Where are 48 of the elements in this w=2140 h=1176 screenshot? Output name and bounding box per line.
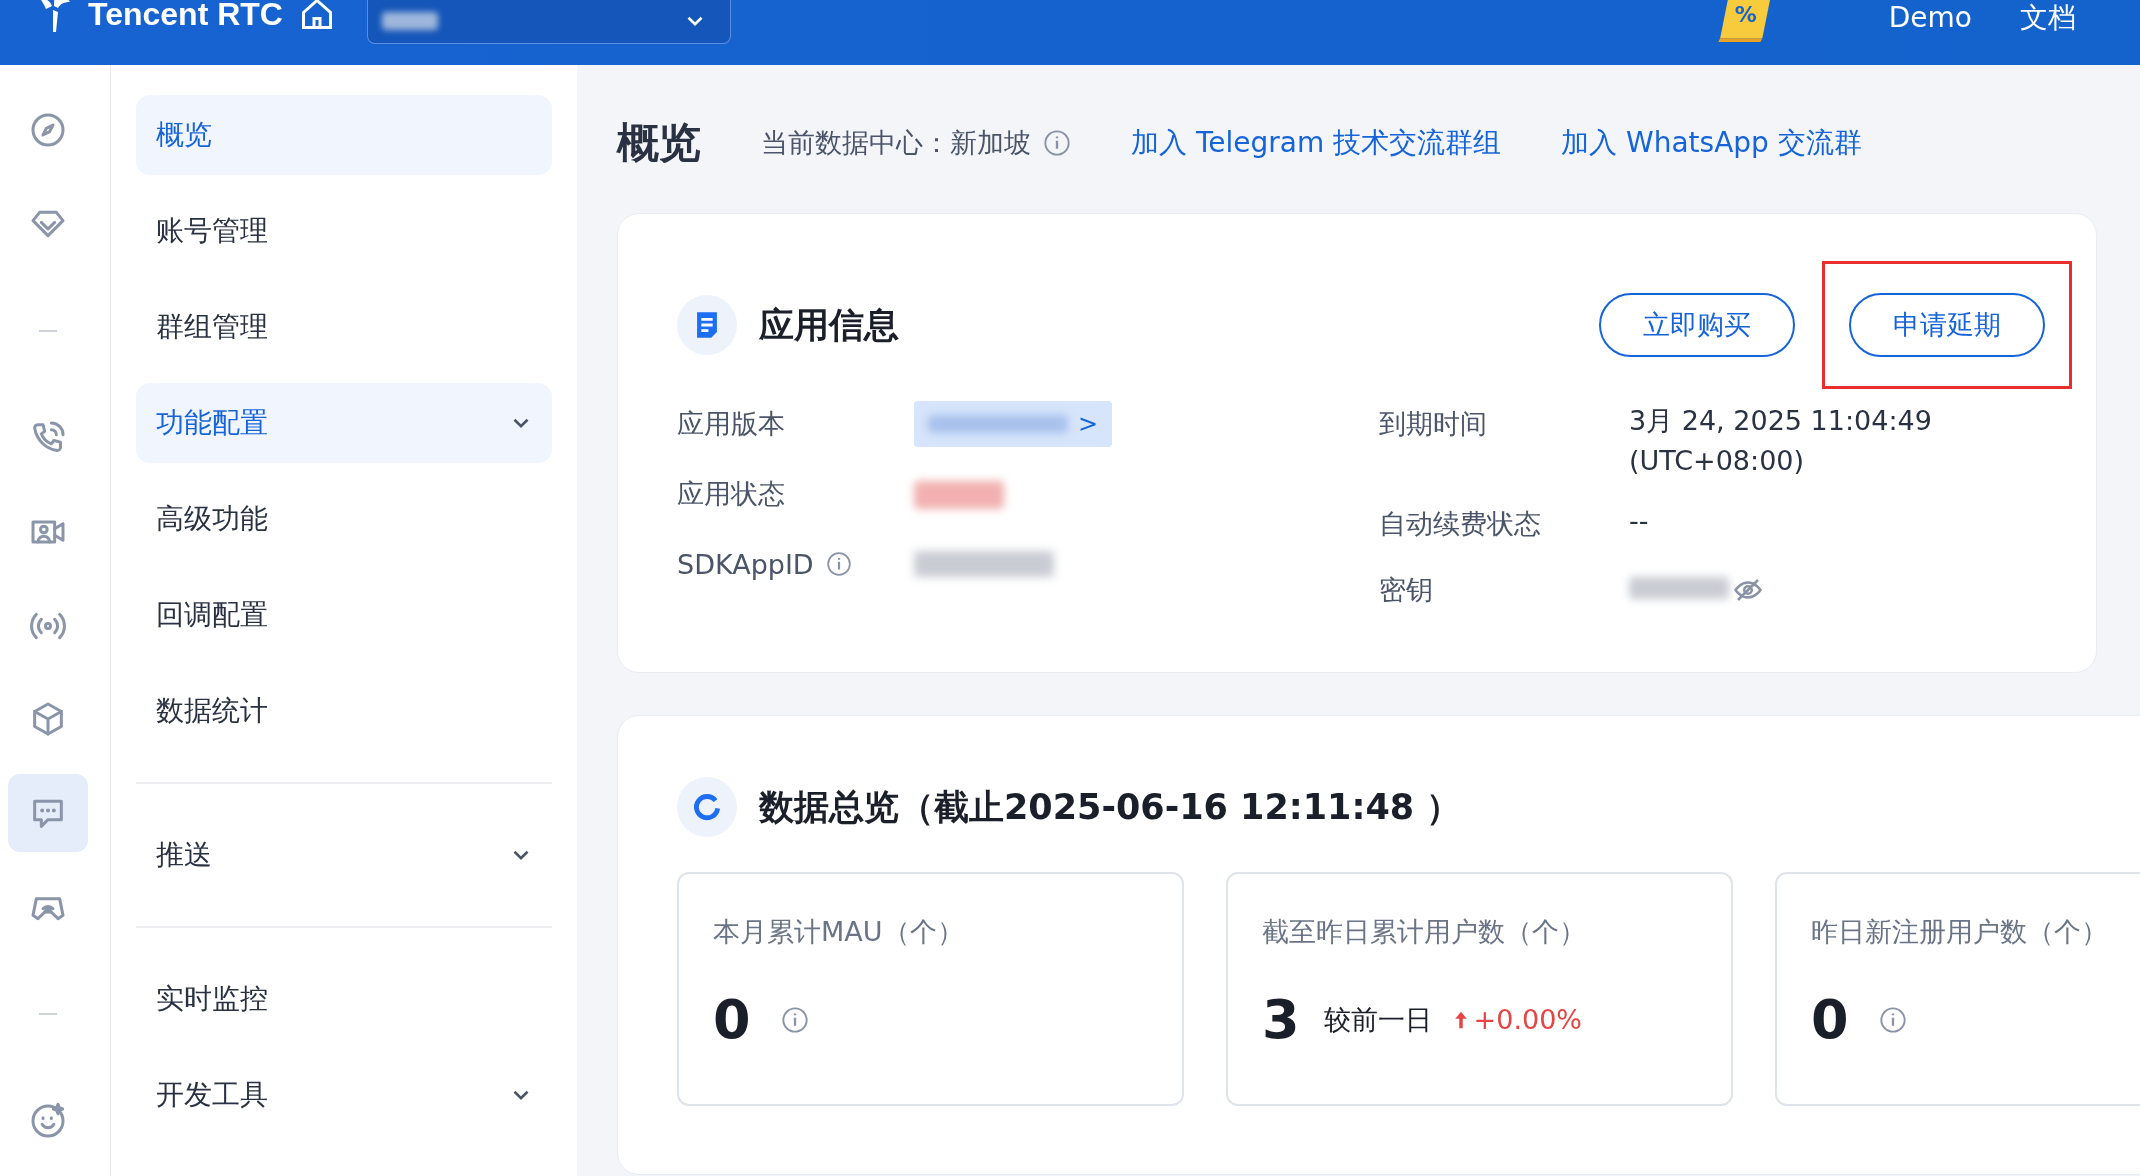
info-icon[interactable] xyxy=(1878,1005,1907,1034)
field-label: 应用版本 xyxy=(677,407,785,441)
field-label: 密钥 xyxy=(1379,573,1433,607)
section-title: 数据总览（截止2025-06-16 12:11:48 ） xyxy=(759,785,1462,829)
sidebar-item[interactable]: 账号管理 xyxy=(136,191,552,271)
sidebar-item[interactable]: 功能配置 xyxy=(136,383,552,463)
app-dropdown[interactable] xyxy=(366,0,731,44)
compare-label: 较前一日 xyxy=(1323,1002,1432,1037)
info-icon[interactable] xyxy=(780,1005,809,1034)
field-label: SDKAppID xyxy=(677,548,814,580)
group-link[interactable]: 加入 Telegram 技术交流群组 xyxy=(1131,124,1502,162)
brand-name[interactable]: Tencent RTC xyxy=(88,0,283,33)
field-label: 到期时间 xyxy=(1379,407,1487,441)
section-title: 应用信息 xyxy=(759,303,899,347)
stat-value: 0 xyxy=(1811,988,1849,1051)
datacenter-label: 当前数据中心： xyxy=(761,126,950,160)
nav-link[interactable]: 文档 xyxy=(2020,0,2076,36)
sidebar-item[interactable]: 概览 xyxy=(136,95,552,175)
sidebar-item[interactable]: 高级功能 xyxy=(136,479,552,559)
sidebar-item[interactable]: 数据统计 xyxy=(136,671,552,751)
sidebar-item[interactable]: 推送 xyxy=(136,815,552,895)
outline-button[interactable]: 立即购买 xyxy=(1599,293,1795,357)
info-icon[interactable] xyxy=(1043,129,1071,157)
sidebar-item[interactable]: 实时监控 xyxy=(136,959,552,1039)
sidebar-item[interactable]: 回调配置 xyxy=(136,575,552,655)
sidebar-item[interactable]: 开发工具 xyxy=(136,1055,552,1135)
stat-label: 截至昨日累计用户数（个） xyxy=(1262,915,1587,949)
field-value: 3月 24, 2025 11:04:49 (UTC+08:00) xyxy=(1629,404,1932,478)
sidebar-item[interactable]: 群组管理 xyxy=(136,287,552,367)
page-title: 概览 xyxy=(617,117,701,169)
version-link[interactable]: > xyxy=(914,401,1112,447)
stat-value: 0 xyxy=(713,988,751,1051)
stat-label: 昨日新注册用户数（个） xyxy=(1811,915,2109,949)
separator-dash xyxy=(39,329,57,332)
stat-value: 3 xyxy=(1262,988,1300,1051)
chat-icon[interactable] xyxy=(8,774,88,853)
field-value: -- xyxy=(1629,504,1649,538)
field-label: 应用状态 xyxy=(677,477,785,511)
redacted-value xyxy=(381,11,438,30)
info-icon[interactable] xyxy=(825,551,852,577)
datacenter-value: 新加坡 xyxy=(950,126,1031,160)
group-link[interactable]: 加入 WhatsApp 交流群 xyxy=(1561,124,1862,162)
field-label: 自动续费状态 xyxy=(1379,507,1541,541)
separator-dash xyxy=(39,1013,57,1016)
stat-label: 本月累计MAU（个） xyxy=(713,915,965,949)
nav-link[interactable]: Demo xyxy=(1888,0,1972,36)
change-value: +0.00% xyxy=(1473,1004,1582,1035)
outline-button[interactable]: 申请延期 xyxy=(1849,293,2045,357)
